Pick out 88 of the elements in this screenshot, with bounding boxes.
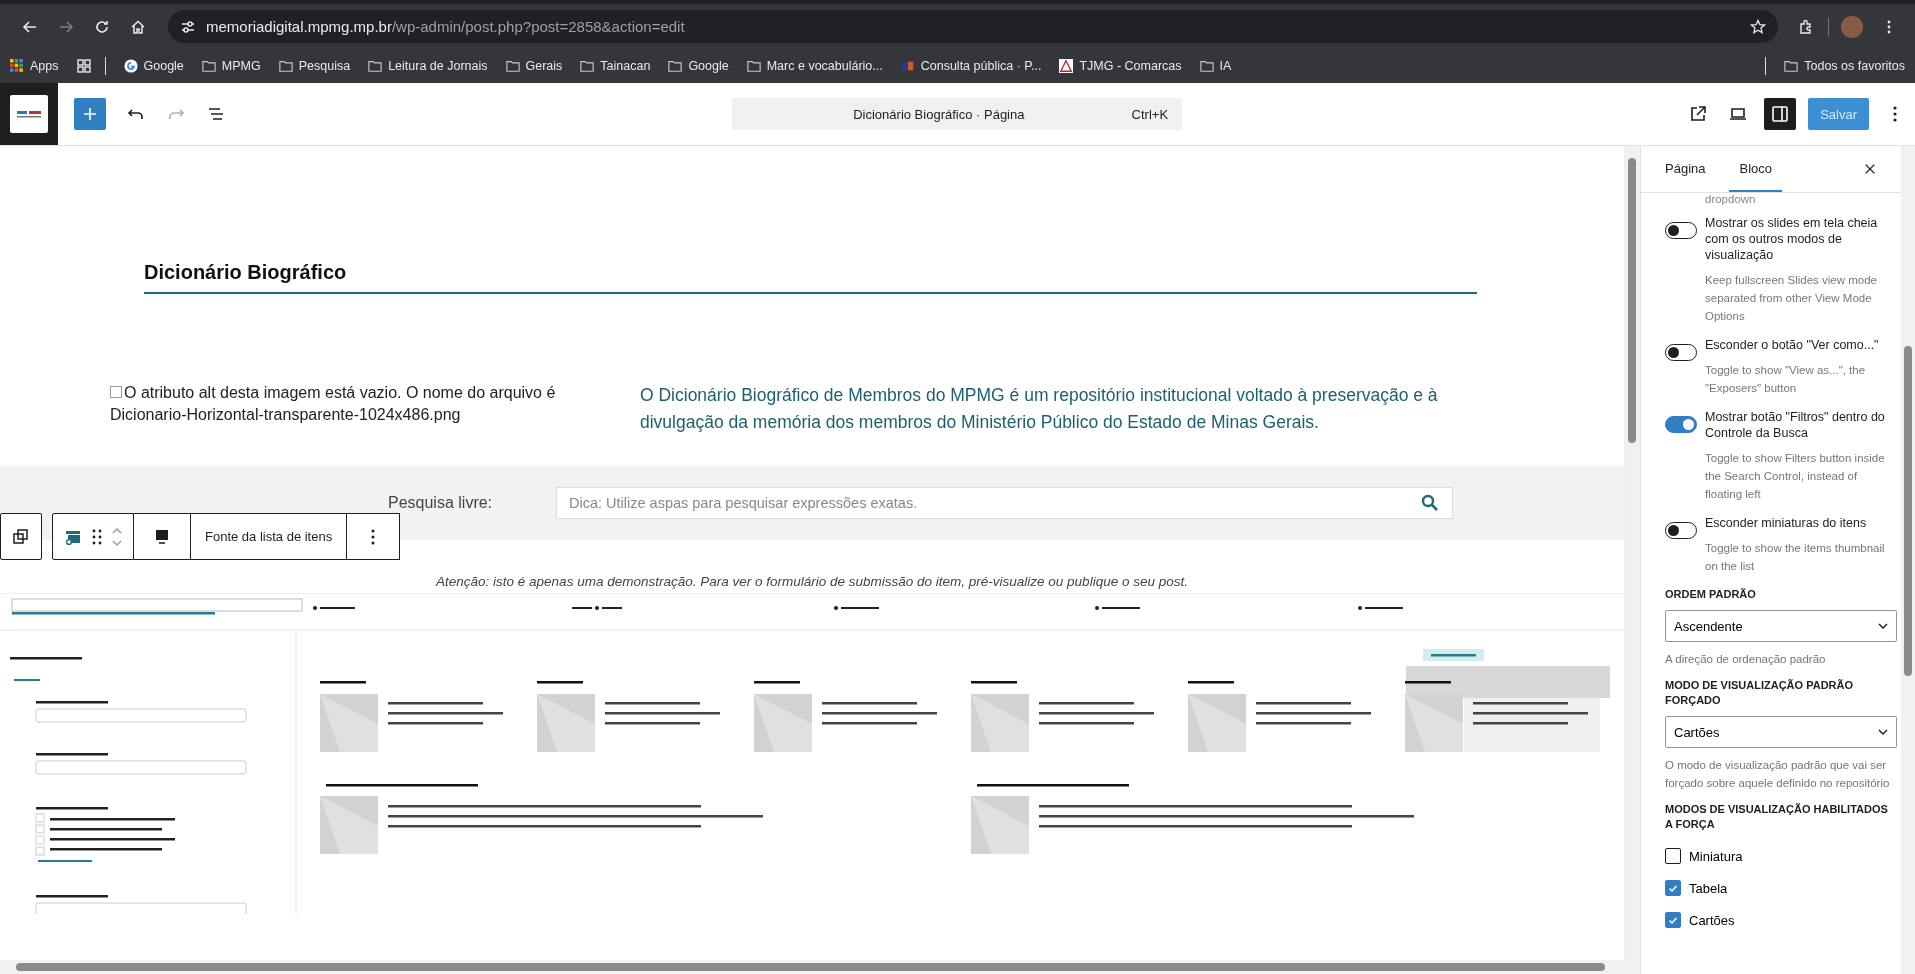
folder-icon [368, 59, 383, 73]
folder-icon [746, 59, 761, 73]
bookmark[interactable]: Google [123, 59, 184, 73]
help-text: O modo de visualização padrão que vai ser forçado sobre aquele definido no repositório [1665, 758, 1891, 791]
checkbox[interactable] [1665, 880, 1681, 896]
help-text: A direção de ordenação padrão [1665, 652, 1827, 667]
notice-text: Atenção: isto é apenas uma demonstração. Para ver o formulário de submissão do item, pré-visualize ou publique o seu post. [0, 574, 1624, 595]
reload-icon[interactable] [94, 18, 110, 35]
folder-icon [278, 59, 293, 73]
broken-image-icon [110, 386, 122, 398]
help-text: dropdown [1705, 193, 1757, 205]
help-text: Toggle to show the items thumbnail on the list [1705, 541, 1886, 574]
section-heading: MODO DE VISUALIZAÇÃO PADRÃO FORÇADO [1665, 678, 1855, 708]
bookmark[interactable]: IA [1199, 59, 1232, 73]
search-label: Pesquisa livre: [388, 494, 494, 513]
sidebar-tab[interactable]: Bloco [1729, 146, 1782, 192]
select-dropdown[interactable]: Cartões [1665, 716, 1897, 748]
folder-icon [668, 59, 683, 73]
scrollbar-thumb[interactable] [1628, 158, 1636, 443]
toggle-label: Esconder miniaturas do itens [1705, 515, 1868, 531]
search-field[interactable]: Dica: Utilize aspas para pesquisar expressões exatas. [556, 487, 1453, 520]
bookmark[interactable]: Gerais [505, 59, 563, 73]
apps-grid-icon [10, 59, 24, 73]
grid-icon[interactable] [76, 59, 91, 73]
bookmark[interactable]: Leitura de Jornais [368, 59, 488, 73]
folder-icon [201, 59, 216, 73]
sidebar-tab[interactable]: Página [1655, 146, 1716, 192]
bookmark[interactable]: Google [668, 59, 729, 73]
folder-icon [580, 59, 595, 73]
toggle-label: Mostrar botão "Filtros" dentro do Controle da Busca [1705, 409, 1886, 441]
bookmark[interactable]: Apps [10, 59, 59, 73]
add-block-button[interactable] [74, 98, 106, 130]
sidebar-panel-icon [1770, 104, 1791, 124]
chevron-down-icon [1878, 623, 1888, 629]
bookmark[interactable]: TJMG - Comarcas [1059, 59, 1182, 73]
toggle-switch[interactable] [1665, 222, 1697, 239]
toggle-label: Esconder o botão "Ver como..." [1705, 337, 1880, 353]
sidebar-toggle-button[interactable] [1764, 98, 1797, 130]
site-icon [900, 59, 915, 73]
block-source-button[interactable]: Fonte da lista de itens [191, 513, 348, 561]
image-alt-text: O atributo alt desta imagem está vazio. O nome do arquivo é Dicionario-Horizontal-transparente-1024x486.png [110, 383, 557, 426]
select-dropdown[interactable]: Ascendente [1665, 610, 1897, 642]
bookmark[interactable]: Pesquisa [278, 59, 351, 73]
triangle-logo-icon [1059, 59, 1074, 73]
home-icon[interactable] [130, 18, 146, 35]
address-bar[interactable]: memoriadigital.mpmg.mp.br/wp-admin/post.php?post=2858&action=edit [168, 10, 1778, 43]
extensions-icon[interactable] [1798, 18, 1814, 35]
section-heading: MODOS DE VISUALIZAÇÃO HABILITADOS A FORÇA [1665, 802, 1889, 832]
folder-icon [1784, 59, 1799, 73]
back-icon[interactable] [22, 18, 38, 35]
site-settings-icon[interactable] [180, 18, 196, 35]
help-text: Toggle to show "View as...", the "Exposers" button [1705, 363, 1867, 396]
checkbox-label: Cartões [1689, 912, 1735, 928]
toggle-switch[interactable] [1665, 522, 1697, 539]
bookmark[interactable]: Marc e vocabulário... [746, 59, 883, 73]
move-arrows-icon[interactable] [111, 526, 123, 547]
help-text: Keep fullscreen Slides view mode separated from other View Mode Options [1705, 273, 1878, 324]
bookmark[interactable]: Consulta pública · P... [900, 59, 1042, 73]
duplicate-icon[interactable] [11, 526, 31, 547]
section-heading: ORDEM PADRÃO [1665, 587, 1757, 602]
folder-icon [505, 59, 520, 73]
checkbox-label: Miniatura [1689, 848, 1743, 864]
checkbox-label: Tabela [1689, 880, 1728, 896]
toggle-switch[interactable] [1665, 416, 1697, 433]
help-text: Toggle to show Filters button inside the Search Control, instead of floating left [1705, 451, 1886, 502]
page-heading: Dicionário Biográfico [144, 261, 1477, 294]
checkbox[interactable] [1665, 912, 1681, 928]
command-center[interactable]: Dicionário Biográfico · Página Ctrl+K [732, 98, 1183, 130]
bookmark[interactable]: Tainacan [580, 59, 651, 73]
scrollbar-thumb[interactable] [1904, 346, 1912, 676]
bookmark-star-icon[interactable] [1750, 18, 1766, 35]
scrollbar-thumb[interactable] [16, 963, 1605, 971]
external-link-icon[interactable] [1688, 104, 1709, 124]
plus-icon [82, 106, 98, 122]
forward-icon[interactable] [58, 18, 74, 35]
site-logo[interactable] [10, 95, 48, 133]
toggle-label: Mostrar os slides em tela cheia com os outros modos de visualização [1705, 215, 1879, 263]
bookmark[interactable]: MPMG [201, 59, 261, 73]
bookmark[interactable]: Todos os favoritos [1784, 59, 1905, 73]
chevron-down-icon [1878, 729, 1888, 735]
google-icon [123, 59, 138, 73]
description-text: O Dicionário Biográfico de Membros do MPMG é um repositório institucional voltado à preservação e à divulgação da memória dos membros do Ministério Público do Estado de Minas Gerais. [640, 384, 1439, 435]
toggle-switch[interactable] [1665, 344, 1697, 361]
close-icon[interactable] [1863, 162, 1877, 176]
folder-icon [1199, 59, 1214, 73]
url-text: memoriadigital.mpmg.mp.br/wp-admin/post.php?post=2858&action=edit [206, 18, 686, 35]
checkbox[interactable] [1665, 848, 1681, 864]
search-icon[interactable] [1421, 494, 1439, 513]
